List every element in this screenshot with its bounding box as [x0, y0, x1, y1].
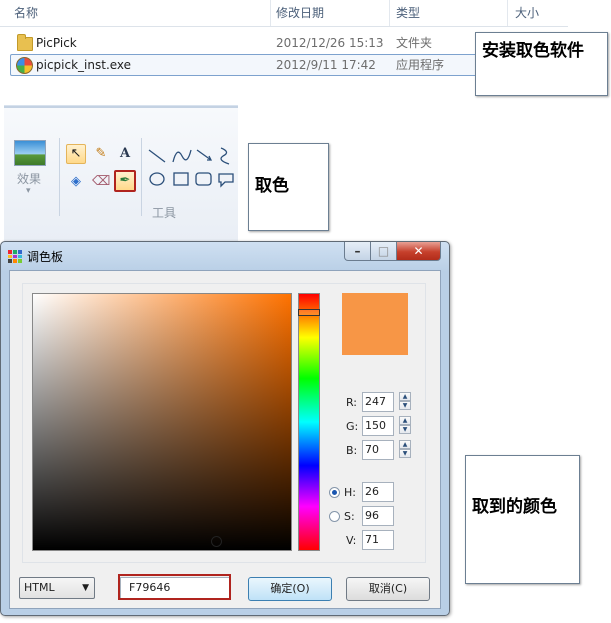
g-label: G:	[346, 420, 359, 433]
r-spinner[interactable]: ▲ ▼	[399, 392, 411, 412]
ribbon-divider	[141, 138, 142, 216]
fill-tool-icon[interactable]: ◈	[66, 172, 86, 192]
color-format-value: HTML	[24, 581, 55, 594]
callout-result-color: 取到的颜色	[465, 455, 580, 584]
file-date: 2012/12/26 15:13	[276, 36, 384, 50]
v-label: V:	[346, 534, 357, 547]
dialog-title: 调色板	[27, 250, 64, 264]
spin-up-icon[interactable]: ▲	[399, 416, 411, 425]
effects-icon[interactable]	[14, 140, 46, 166]
g-spinner[interactable]: ▲ ▼	[399, 416, 411, 436]
saturation-value-square[interactable]	[32, 293, 292, 551]
hex-highlight-frame	[118, 574, 231, 600]
hue-slider-thumb[interactable]	[298, 309, 320, 316]
spin-down-icon[interactable]: ▼	[399, 449, 411, 458]
effects-label: 效果	[17, 172, 42, 186]
h-label: H:	[344, 486, 356, 499]
brush-tool-icon[interactable]: ✎	[91, 144, 111, 164]
dialog-client-area: R: 247 ▲ ▼ G: 150 ▲ ▼ B: 70 ▲ ▼ H: 26 S: 96…	[9, 270, 441, 609]
close-button[interactable]: ✕	[396, 242, 441, 261]
column-header-type[interactable]: 类型	[396, 0, 420, 26]
minimize-button[interactable]: –	[344, 242, 371, 261]
g-input[interactable]: 150	[362, 416, 394, 436]
hue-slider[interactable]	[298, 293, 320, 551]
r-label: R:	[346, 396, 358, 409]
column-header-name[interactable]: 名称	[14, 0, 38, 26]
spin-down-icon[interactable]: ▼	[399, 401, 411, 410]
v-input[interactable]: 71	[362, 530, 394, 550]
cancel-button[interactable]: 取消(C)	[346, 577, 430, 601]
h-input[interactable]: 26	[362, 482, 394, 502]
s-input[interactable]: 96	[362, 506, 394, 526]
b-label: B:	[346, 444, 358, 457]
color-format-select[interactable]: HTML ▼	[19, 577, 95, 599]
file-type: 应用程序	[396, 58, 445, 72]
chevron-down-icon[interactable]: ▾	[26, 186, 31, 196]
folder-icon	[17, 34, 33, 51]
s-label: S:	[344, 510, 355, 523]
sort-arrow-icon: ⌃	[133, 0, 141, 4]
spin-down-icon[interactable]: ▼	[399, 425, 411, 434]
palette-app-icon	[8, 250, 22, 263]
file-name: PicPick	[36, 36, 77, 50]
text-tool-icon[interactable]: A	[115, 144, 135, 164]
h-radio[interactable]	[329, 487, 340, 498]
select-tool-icon[interactable]: ↖	[66, 144, 86, 164]
color-palette-dialog: 调色板 – □ ✕ R: 247 ▲ ▼ G: 150 ▲ ▼ B: 70 ▲ ▼ H…	[0, 241, 450, 616]
column-header-bar: 名称 修改日期 类型 大小 ⌃	[0, 0, 568, 27]
chevron-down-icon: ▼	[82, 583, 89, 593]
file-row-picpick-installer[interactable]: picpick_inst.exe 2012/9/11 17:42 应用程序	[10, 54, 482, 76]
file-type: 文件夹	[396, 36, 433, 50]
column-divider[interactable]	[270, 0, 271, 26]
column-header-date[interactable]: 修改日期	[276, 0, 324, 26]
file-row-picpick-folder[interactable]: PicPick 2012/12/26 15:13 文件夹	[10, 33, 480, 53]
b-spinner[interactable]: ▲ ▼	[399, 440, 411, 460]
tools-group-label: 工具	[152, 206, 177, 220]
spin-up-icon[interactable]: ▲	[399, 440, 411, 449]
callout-install-picker: 安装取色软件	[475, 32, 608, 96]
spin-up-icon[interactable]: ▲	[399, 392, 411, 401]
file-name: picpick_inst.exe	[36, 58, 132, 72]
eraser-tool-icon[interactable]: ⌫	[91, 172, 111, 192]
s-radio[interactable]	[329, 511, 340, 522]
color-cursor[interactable]	[211, 536, 222, 547]
column-divider[interactable]	[507, 0, 508, 26]
shapes-gallery[interactable]	[145, 144, 238, 194]
b-input[interactable]: 70	[362, 440, 394, 460]
color-picker-tool-icon[interactable]: ✒	[114, 170, 136, 192]
ok-button[interactable]: 确定(O)	[248, 577, 332, 601]
paint-ribbon: 效果 ▾ ↖ ✎ A ◈ ⌫ ✒ 工具	[4, 106, 238, 242]
maximize-button[interactable]: □	[370, 242, 397, 261]
column-divider[interactable]	[389, 0, 390, 26]
file-date: 2012/9/11 17:42	[276, 58, 376, 72]
ribbon-divider	[59, 138, 60, 216]
callout-pick-color: 取色	[248, 143, 329, 231]
selected-color-swatch	[342, 293, 408, 355]
column-header-size[interactable]: 大小	[515, 0, 539, 26]
r-input[interactable]: 247	[362, 392, 394, 412]
picpick-exe-icon	[16, 57, 33, 74]
